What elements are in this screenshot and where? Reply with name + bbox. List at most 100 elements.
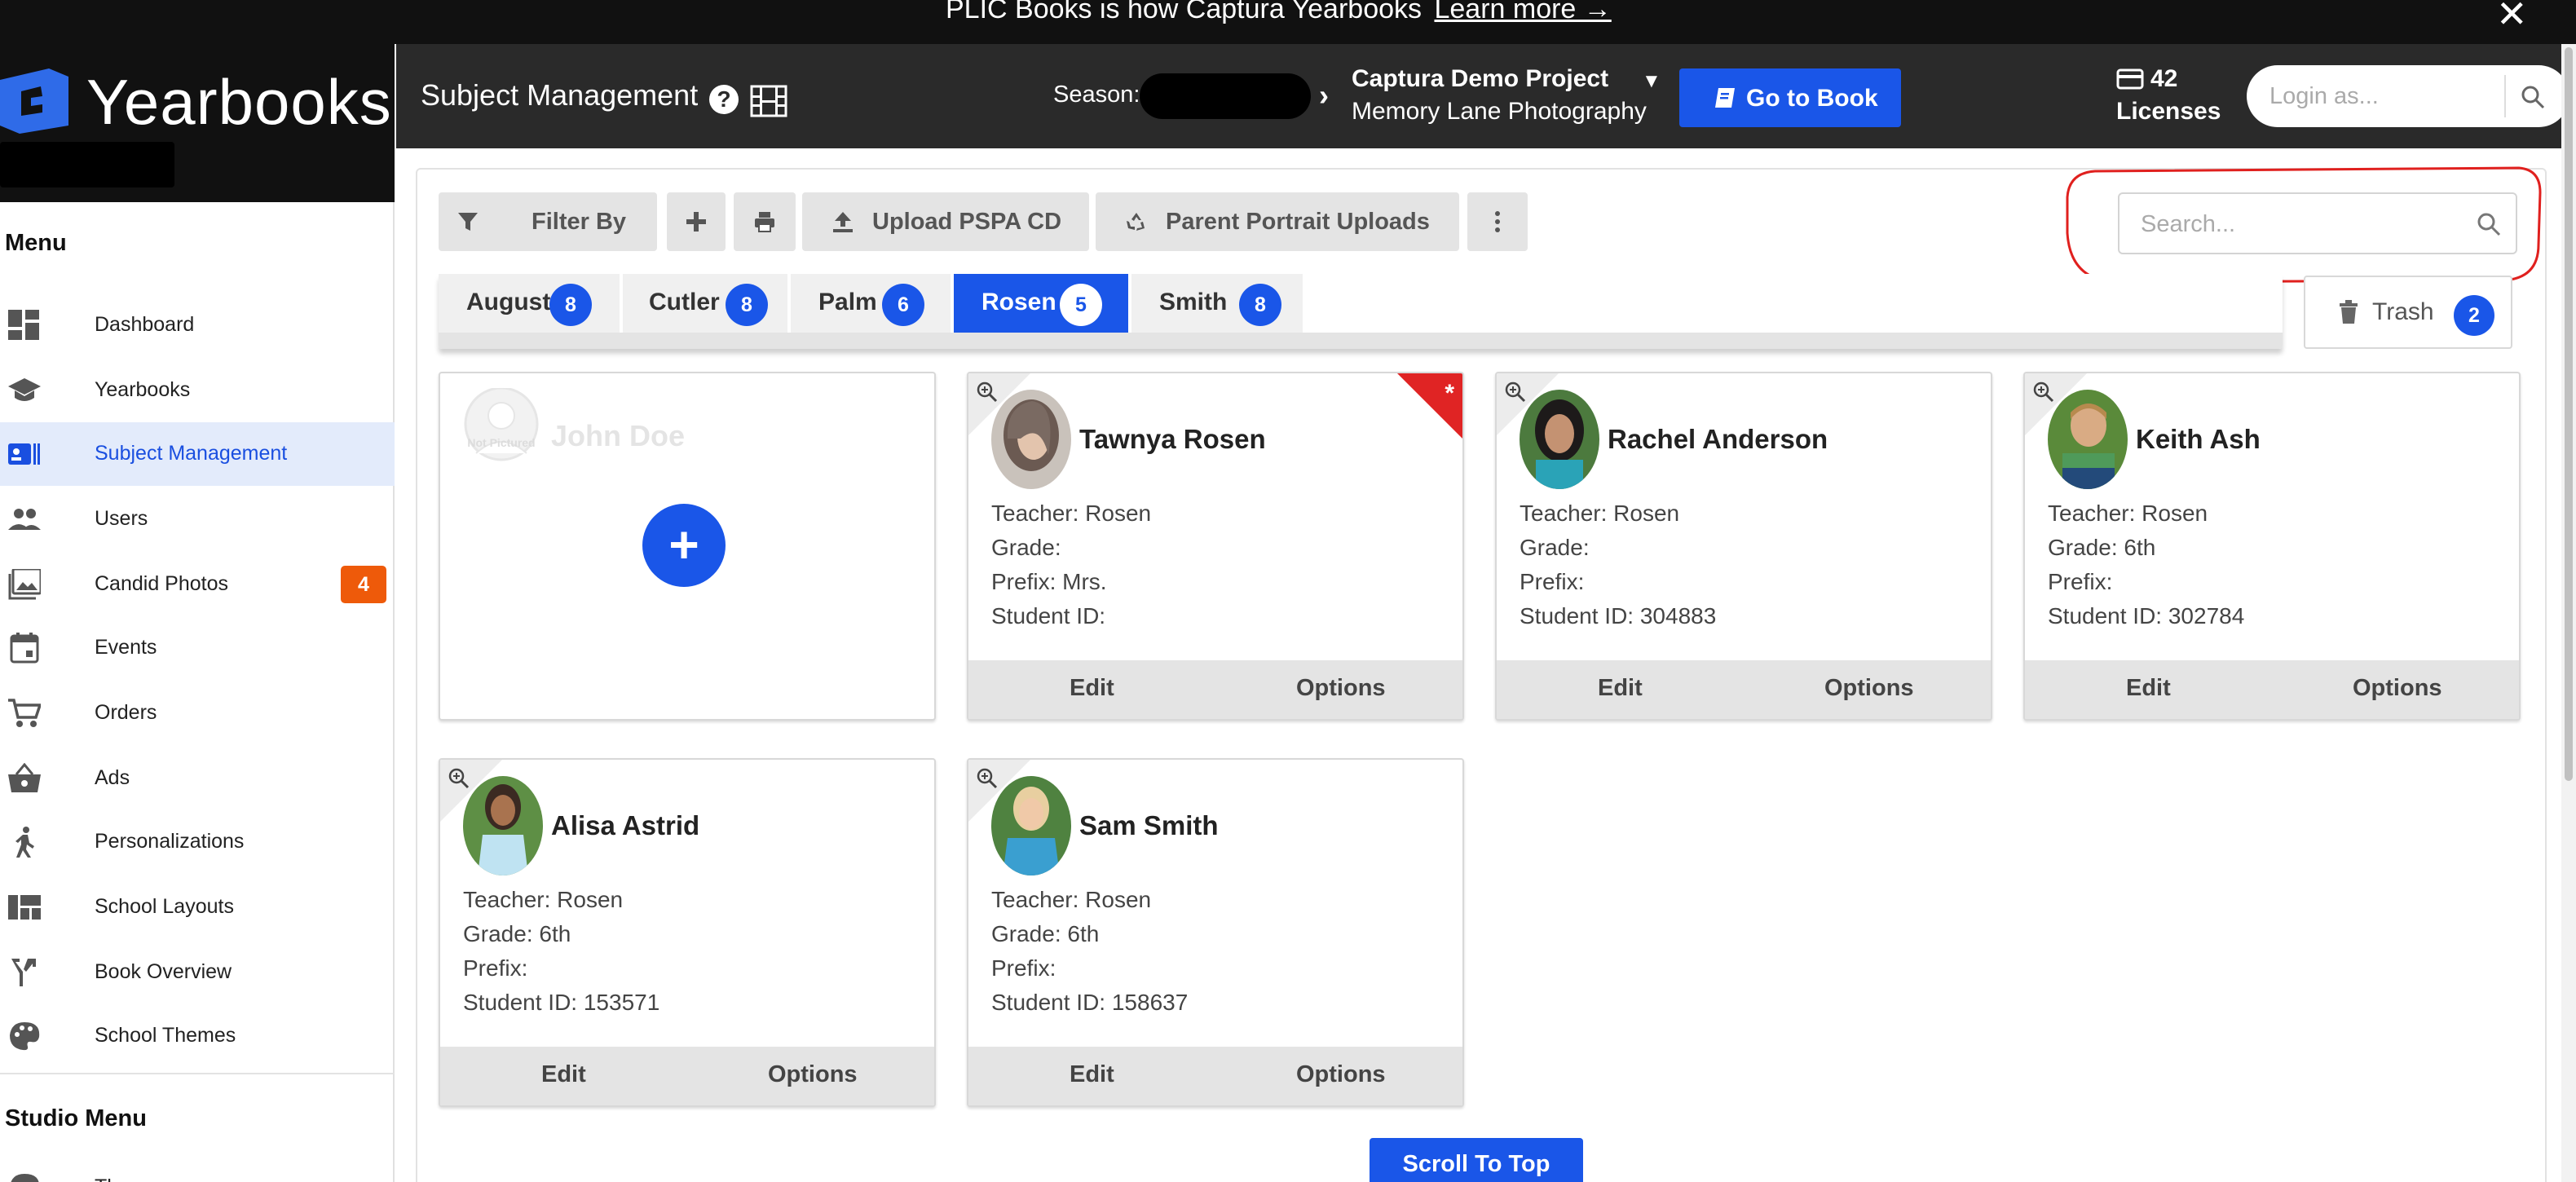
- sidebar-item-themes[interactable]: Themes: [0, 1156, 395, 1182]
- caret-down-icon[interactable]: ▼: [1642, 70, 1661, 93]
- teacher-field: Teacher: Rosen: [991, 887, 1152, 912]
- search-icon[interactable]: [2477, 212, 2501, 236]
- person-walking-icon: [15, 827, 34, 858]
- student-id-field: Student ID: 158637: [991, 990, 1189, 1015]
- cart-icon: [8, 699, 41, 727]
- scroll-to-top-button[interactable]: Scroll To Top: [1370, 1138, 1583, 1182]
- student-photo[interactable]: [991, 776, 1071, 875]
- sidebar-item-label: Ads: [95, 766, 130, 789]
- tab-cutler[interactable]: Cutler 8: [623, 274, 787, 333]
- film-strip-icon[interactable]: [750, 85, 787, 117]
- licenses-count: 42: [2150, 65, 2178, 92]
- sidebar-item-ads[interactable]: Ads: [0, 747, 395, 810]
- options-button[interactable]: Options: [768, 1061, 858, 1088]
- print-button[interactable]: [734, 192, 796, 251]
- tab-august[interactable]: August 8: [439, 274, 620, 333]
- tab-count-badge: 5: [1060, 284, 1102, 326]
- upload-pspa-button[interactable]: Upload PSPA CD: [802, 192, 1089, 251]
- photos-icon: [8, 569, 41, 600]
- search-icon[interactable]: [2521, 85, 2545, 109]
- student-name: Keith Ash: [2136, 424, 2261, 454]
- edit-button[interactable]: Edit: [2126, 675, 2171, 702]
- subject-search-field[interactable]: [2118, 192, 2517, 254]
- announcement-bar: PLIC Books is how Captura Yearbooks Lear…: [0, 0, 2576, 44]
- edit-button[interactable]: Edit: [1598, 675, 1643, 702]
- sidebar-item-label: Events: [95, 636, 157, 659]
- student-name: Tawnya Rosen: [1079, 424, 1266, 454]
- calendar-icon: [10, 633, 39, 664]
- sidebar-item-orders[interactable]: Orders: [0, 681, 395, 745]
- options-button[interactable]: Options: [1296, 675, 1386, 702]
- sidebar-item-book-overview[interactable]: Book Overview: [0, 941, 395, 1004]
- zoom-in-icon[interactable]: [977, 382, 998, 403]
- go-to-book-button[interactable]: Go to Book: [1679, 68, 1901, 127]
- zoom-in-icon[interactable]: [448, 768, 470, 789]
- learn-more-link[interactable]: Learn more →: [1434, 0, 1611, 24]
- sidebar-item-events[interactable]: Events: [0, 616, 395, 680]
- sidebar-item-dashboard[interactable]: Dashboard: [0, 293, 395, 357]
- add-subject-button[interactable]: [667, 192, 726, 251]
- zoom-in-icon[interactable]: [2033, 382, 2054, 403]
- card-actions: Edit Options: [2025, 660, 2519, 719]
- scrollbar-thumb[interactable]: [2565, 47, 2573, 781]
- sidebar-item-label: Dashboard: [95, 313, 195, 336]
- brand-header: Yearbooks: [0, 44, 395, 202]
- tab-rosen[interactable]: Rosen 5: [954, 274, 1128, 333]
- options-button[interactable]: Options: [2353, 675, 2442, 702]
- help-icon[interactable]: ?: [709, 85, 739, 114]
- licenses-label: Licenses: [2116, 98, 2221, 125]
- options-button[interactable]: Options: [1824, 675, 1914, 702]
- student-photo[interactable]: [2048, 390, 2128, 489]
- filter-by-button[interactable]: Filter By: [439, 192, 657, 251]
- teacher-field: Teacher: Rosen: [463, 887, 624, 912]
- login-as-field[interactable]: [2247, 65, 2569, 127]
- student-photo[interactable]: [1520, 390, 1599, 489]
- prefix-field: Prefix:: [991, 955, 1056, 981]
- zoom-in-icon[interactable]: [977, 768, 998, 789]
- divider: [2504, 75, 2506, 117]
- student-name: Sam Smith: [1079, 810, 1219, 840]
- edit-button[interactable]: Edit: [1070, 675, 1114, 702]
- trash-button[interactable]: Trash 2: [2304, 276, 2512, 349]
- sidebar-item-school-themes[interactable]: School Themes: [0, 1004, 395, 1068]
- tab-palm[interactable]: Palm 6: [791, 274, 951, 333]
- dashboard-icon: [8, 310, 39, 340]
- student-id-field: Student ID: 302784: [2048, 603, 2245, 628]
- parent-portrait-uploads-label: Parent Portrait Uploads: [1166, 209, 1430, 235]
- close-icon[interactable]: ✕: [2496, 0, 2528, 33]
- top-header: Subject Management ? Season: › Captura D…: [396, 44, 2576, 148]
- subject-search-input[interactable]: [2141, 205, 2467, 243]
- sidebar-divider: [0, 1073, 395, 1074]
- more-options-button[interactable]: [1467, 192, 1528, 251]
- zoom-in-icon[interactable]: [1505, 382, 1526, 403]
- asterisk-icon: *: [1445, 380, 1454, 407]
- options-button[interactable]: Options: [1296, 1061, 1386, 1088]
- parent-portrait-uploads-button[interactable]: Parent Portrait Uploads: [1096, 192, 1459, 251]
- add-subject-plus-button[interactable]: +: [642, 504, 726, 587]
- tab-smith[interactable]: Smith 8: [1131, 274, 1303, 333]
- sidebar-item-label: Orders: [95, 701, 157, 724]
- sidebar-item-candid-photos[interactable]: Candid Photos 4: [0, 553, 395, 616]
- sidebar-item-yearbooks[interactable]: Yearbooks: [0, 359, 395, 422]
- sidebar-item-school-layouts[interactable]: School Layouts: [0, 875, 395, 939]
- student-photo[interactable]: [463, 776, 543, 875]
- page-scrollbar[interactable]: [2561, 44, 2576, 1182]
- basket-icon: [8, 763, 41, 792]
- trash-label: Trash: [2372, 298, 2434, 325]
- sidebar-item-personalizations[interactable]: Personalizations: [0, 810, 395, 874]
- project-name[interactable]: Captura Demo Project: [1352, 65, 1608, 93]
- login-as-input[interactable]: [2269, 77, 2490, 116]
- placeholder-name: John Doe: [551, 419, 686, 452]
- edit-button[interactable]: Edit: [1070, 1061, 1114, 1088]
- palette-icon: [10, 1022, 40, 1051]
- student-name: Rachel Anderson: [1608, 424, 1828, 454]
- season-selector[interactable]: [1140, 73, 1311, 119]
- edit-button[interactable]: Edit: [541, 1061, 586, 1088]
- not-pictured-text: Not Pictured: [467, 436, 535, 449]
- printer-icon: [755, 212, 774, 232]
- sidebar-item-subject-management[interactable]: Subject Management: [0, 422, 395, 486]
- studio-menu-heading: Studio Menu: [5, 1105, 147, 1131]
- sidebar-item-users[interactable]: Users: [0, 487, 395, 551]
- student-photo[interactable]: [991, 390, 1071, 489]
- chevron-right-icon: ›: [1319, 78, 1329, 112]
